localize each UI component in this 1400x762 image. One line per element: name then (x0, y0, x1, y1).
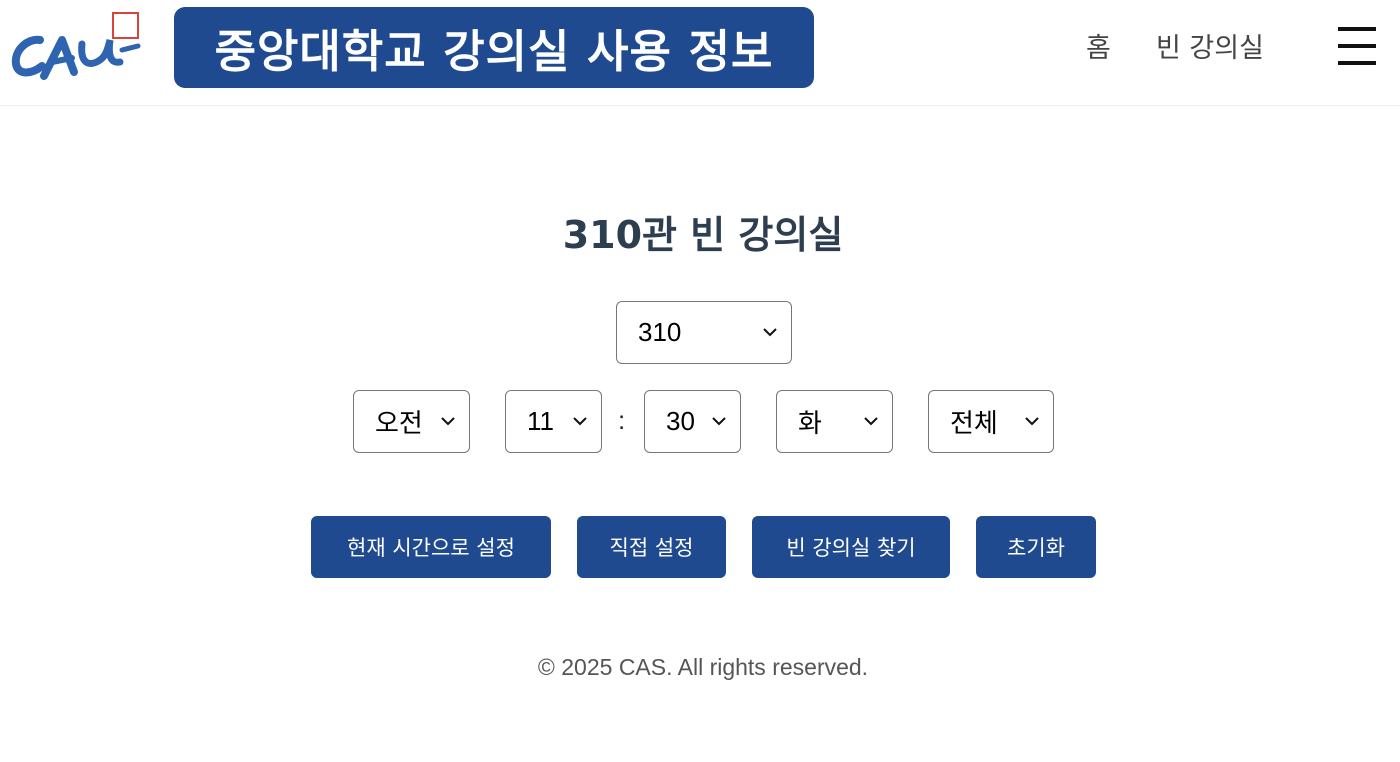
menu-bar (1338, 61, 1376, 65)
building-select[interactable]: 310 (616, 301, 792, 364)
logo-accent-square (112, 12, 139, 39)
range-select[interactable]: 전체 (928, 390, 1054, 453)
find-empty-rooms-button[interactable]: 빈 강의실 찾기 (752, 516, 950, 578)
manual-set-button[interactable]: 직접 설정 (577, 516, 726, 578)
menu-bar (1338, 44, 1376, 48)
hour-select[interactable]: 11 (505, 390, 602, 453)
hamburger-menu-icon[interactable] (1338, 27, 1376, 65)
chevron-down-icon (441, 417, 455, 426)
set-current-time-button[interactable]: 현재 시간으로 설정 (311, 516, 551, 578)
reset-button[interactable]: 초기화 (976, 516, 1096, 578)
page-title: 310관 빈 강의실 (562, 213, 844, 257)
chevron-down-icon (1025, 417, 1039, 426)
ampm-select-value: 오전 (375, 408, 423, 438)
day-select[interactable]: 화 (776, 390, 893, 453)
nav-empty-rooms-link[interactable]: 빈 강의실 (1156, 26, 1264, 65)
site-title[interactable]: 중앙대학교 강의실 사용 정보 (174, 7, 814, 88)
day-select-value: 화 (798, 408, 822, 438)
minute-select-value: 30 (666, 406, 695, 436)
minute-select[interactable]: 30 (644, 390, 741, 453)
hour-select-value: 11 (527, 406, 554, 436)
chevron-down-icon (573, 417, 587, 426)
range-select-value: 전체 (950, 408, 998, 438)
building-select-value: 310 (638, 317, 682, 347)
chevron-down-icon (864, 417, 878, 426)
chevron-down-icon (763, 328, 777, 337)
chevron-down-icon (712, 417, 726, 426)
footer-copyright: © 2025 CAS. All rights reserved. (537, 654, 869, 680)
menu-bar (1338, 27, 1376, 31)
time-separator: : (618, 405, 626, 435)
nav-home-link[interactable]: 홈 (1086, 26, 1111, 65)
ampm-select[interactable]: 오전 (353, 390, 470, 453)
site-header: 중앙대학교 강의실 사용 정보 홈 빈 강의실 (0, 0, 1400, 106)
